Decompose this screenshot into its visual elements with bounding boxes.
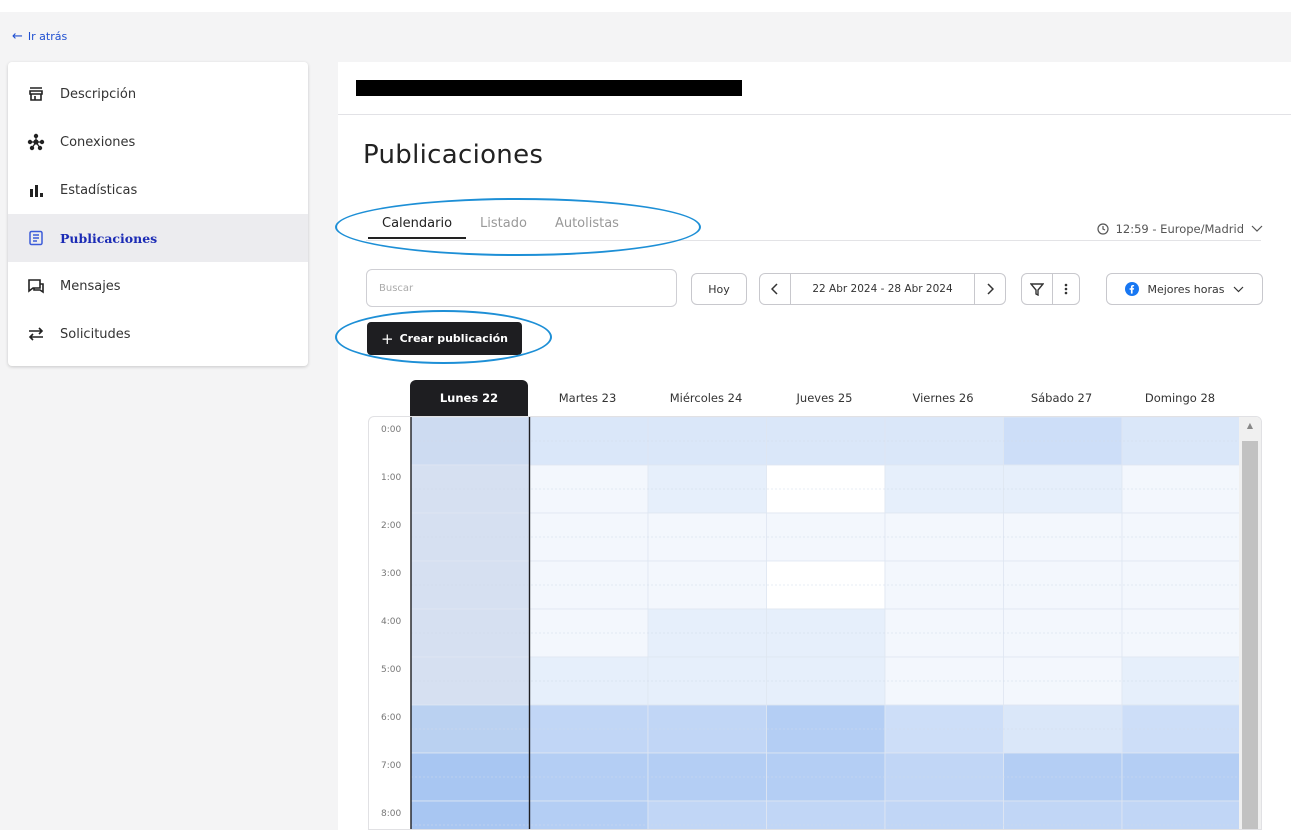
plus-icon: +: [381, 329, 394, 348]
hour-label: 4:00: [381, 617, 401, 627]
header-divider: [338, 114, 1291, 115]
tab-autolistas[interactable]: Autolistas: [541, 208, 633, 239]
day-header[interactable]: Martes 23: [529, 380, 647, 416]
chevron-down-icon: [1233, 286, 1243, 292]
tabs-divider: [366, 240, 1261, 241]
scroll-up-icon[interactable]: ▲: [1239, 421, 1261, 430]
sidebar-item-label: Descripción: [60, 86, 137, 102]
sidebar-item-conexiones[interactable]: Conexiones: [8, 118, 308, 166]
hour-label: 2:00: [381, 521, 401, 531]
network-icon: [26, 132, 46, 152]
day-header[interactable]: Lunes 22: [410, 380, 528, 416]
main-panel: Publicaciones Calendario Listado Autolis…: [335, 62, 1291, 830]
sidebar: Descripción Conexiones Estadísticas Publ…: [8, 62, 308, 366]
hour-label: 1:00: [381, 473, 401, 483]
facebook-icon: [1125, 282, 1140, 296]
hour-label: 3:00: [381, 569, 401, 579]
time-slot-cell[interactable]: [766, 800, 886, 830]
best-hours-label: Mejores horas: [1147, 282, 1225, 296]
best-hours-dropdown[interactable]: Mejores horas: [1106, 273, 1263, 305]
chevron-left-icon: [771, 283, 778, 295]
date-range-display[interactable]: 22 Abr 2024 - 28 Abr 2024: [790, 273, 975, 305]
calendar-toolbar: Buscar Hoy 22 Abr 2024 - 28 Abr 2024 Mej…: [366, 269, 1266, 307]
sidebar-item-label: Publicaciones: [60, 230, 158, 246]
sidebar-item-label: Solicitudes: [60, 326, 131, 342]
calendar-grid: 0:00 1:00 2:00 3:00 4:00 5:00 6:00 7:00 8:00 ▲: [368, 416, 1262, 830]
hour-label: 8:00: [381, 809, 401, 819]
search-input[interactable]: Buscar: [366, 269, 677, 307]
chevron-down-icon: [1251, 225, 1263, 232]
arrow-left-icon: ←: [12, 29, 23, 44]
day-header[interactable]: Sábado 27: [1003, 380, 1121, 416]
clock-icon: [1096, 223, 1109, 235]
time-slot-cell[interactable]: [647, 800, 767, 830]
back-link[interactable]: ← Ir atrás: [12, 30, 67, 43]
day-header[interactable]: Domingo 28: [1121, 380, 1239, 416]
day-header[interactable]: Viernes 26: [884, 380, 1002, 416]
hour-label: 0:00: [381, 425, 401, 435]
hour-label: 5:00: [381, 665, 401, 675]
more-options-button[interactable]: [1052, 273, 1080, 305]
page-title: Publicaciones: [363, 140, 544, 170]
today-button[interactable]: Hoy: [691, 273, 747, 305]
scrollbar[interactable]: ▲: [1239, 417, 1261, 829]
filter-button[interactable]: [1021, 273, 1053, 305]
sidebar-item-solicitudes[interactable]: Solicitudes: [8, 310, 308, 358]
next-week-button[interactable]: [974, 273, 1006, 305]
time-slot-cell[interactable]: [1121, 800, 1241, 830]
timezone-label: 12:59 - Europe/Madrid: [1115, 222, 1244, 236]
store-icon: [26, 84, 46, 104]
sidebar-item-mensajes[interactable]: Mensajes: [8, 262, 308, 310]
view-tabs: Calendario Listado Autolistas: [368, 208, 633, 239]
chevron-right-icon: [987, 283, 994, 295]
filter-icon: [1030, 283, 1044, 296]
redacted-account-name: [356, 80, 742, 96]
tab-listado[interactable]: Listado: [466, 208, 541, 239]
time-slot-cell[interactable]: [884, 800, 1004, 830]
time-slot-cell[interactable]: [529, 800, 649, 830]
time-slot-cell[interactable]: [410, 800, 530, 830]
day-header[interactable]: Jueves 25: [766, 380, 884, 416]
scrollbar-thumb[interactable]: [1242, 441, 1258, 829]
timezone-selector[interactable]: 12:59 - Europe/Madrid: [1096, 222, 1263, 236]
sidebar-item-label: Mensajes: [60, 278, 121, 294]
sidebar-item-label: Estadísticas: [60, 182, 138, 198]
swap-arrows-icon: [26, 324, 46, 344]
top-bar: [0, 0, 1291, 12]
sidebar-item-estadisticas[interactable]: Estadísticas: [8, 166, 308, 214]
prev-week-button[interactable]: [759, 273, 791, 305]
sidebar-item-descripcion[interactable]: Descripción: [8, 70, 308, 118]
back-link-label: Ir atrás: [27, 30, 68, 43]
bar-chart-icon: [26, 180, 46, 200]
hour-label: 7:00: [381, 761, 401, 771]
day-headers: Lunes 22 Martes 23 Miércoles 24 Jueves 25 Vi…: [410, 380, 1239, 416]
create-post-button[interactable]: + Crear publicación: [367, 322, 522, 355]
create-post-label: Crear publicación: [399, 332, 508, 345]
document-list-icon: [26, 228, 46, 248]
day-header[interactable]: Miércoles 24: [647, 380, 765, 416]
time-slot-cell[interactable]: [1003, 800, 1123, 830]
tab-calendario[interactable]: Calendario: [368, 208, 467, 239]
heatmap-grid[interactable]: 0:00 1:00 2:00 3:00 4:00 5:00 6:00 7:00 8:00: [369, 417, 1262, 830]
hour-label: 6:00: [381, 713, 401, 723]
sidebar-item-label: Conexiones: [60, 134, 136, 150]
sidebar-item-publicaciones[interactable]: Publicaciones: [8, 214, 308, 262]
more-vertical-icon: [1064, 283, 1068, 295]
messages-icon: [26, 276, 46, 296]
